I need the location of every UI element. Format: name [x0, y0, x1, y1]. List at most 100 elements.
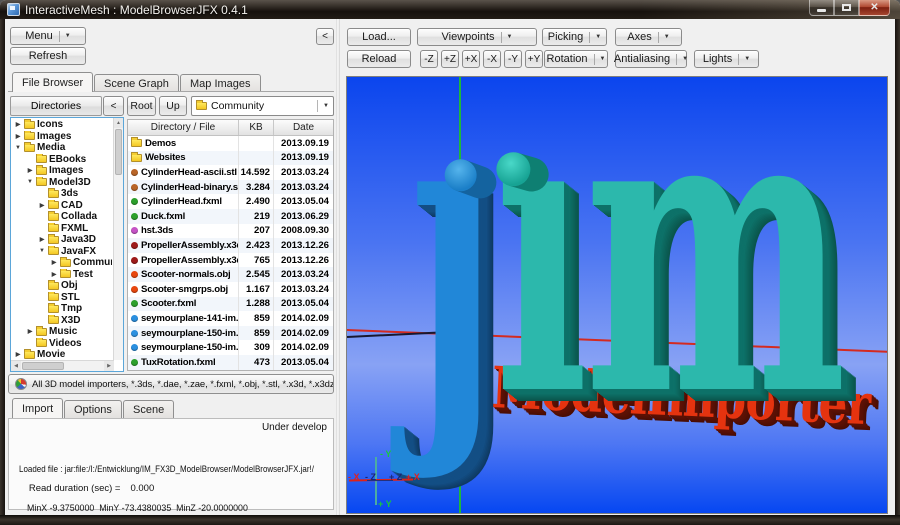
collapse-left-panel-button[interactable]: <	[316, 28, 334, 45]
main-tab[interactable]: Map Images	[180, 74, 261, 92]
tree-expand-icon[interactable]: ▶	[38, 202, 46, 209]
tree-expand-icon[interactable]: ▼	[38, 248, 46, 254]
tree-expand-icon[interactable]: ▶	[26, 167, 34, 174]
antialiasing-dropdown[interactable]: Antialiasing▼	[615, 50, 687, 68]
refresh-button[interactable]: Refresh	[10, 47, 86, 65]
tree-expand-icon[interactable]: ▶	[38, 236, 46, 243]
tree-item[interactable]: ▶ Java3D	[11, 234, 112, 246]
table-row[interactable]: Duck.fxml 219 2013.06.29	[128, 209, 333, 224]
tree-vertical-scrollbar[interactable]: ▲	[113, 118, 123, 360]
titlebar[interactable]: InteractiveMesh : ModelBrowserJFX 0.4.1 …	[0, 0, 900, 19]
tree-item[interactable]: ▼ JavaFX	[11, 246, 112, 258]
tree-item[interactable]: ▶ Music	[11, 326, 112, 338]
tree-expand-icon[interactable]: ▼	[26, 179, 34, 185]
table-row[interactable]: hst.3ds 207 2008.09.30	[128, 224, 333, 239]
scroll-up-icon[interactable]: ▲	[114, 118, 123, 128]
main-tab[interactable]: Scene Graph	[94, 74, 179, 92]
model-3d-text-jim: ȷım	[409, 77, 842, 449]
tree-item[interactable]: ▶ Test	[11, 269, 112, 281]
scroll-thumb[interactable]	[115, 129, 122, 175]
column-header-date[interactable]: Date	[274, 120, 333, 135]
viewpoints-dropdown[interactable]: Viewpoints▼	[417, 28, 537, 46]
importer-filter-combobox[interactable]: All 3D model importers, *.3ds, *.dae, *.…	[8, 374, 334, 394]
column-header-name[interactable]: Directory / File	[128, 120, 239, 135]
table-row[interactable]: seymourplane-141-im.dae 859 2014.02.09	[128, 311, 333, 326]
tree-item[interactable]: Tmp	[11, 303, 112, 315]
tree-item[interactable]: STL	[11, 292, 112, 304]
tree-item[interactable]: ▶ Movie	[11, 349, 112, 361]
tree-expand-icon[interactable]: ▶	[26, 328, 34, 335]
scroll-left-icon[interactable]: ◀	[11, 361, 21, 371]
main-tab[interactable]: File Browser	[12, 72, 93, 92]
file-type-icon	[131, 227, 138, 234]
scroll-right-icon[interactable]: ▶	[104, 361, 114, 371]
lights-dropdown[interactable]: Lights▼	[694, 50, 759, 68]
table-row[interactable]: Scooter.fxml 1.288 2013.05.04	[128, 297, 333, 312]
minimize-button[interactable]	[809, 0, 834, 16]
tree-item[interactable]: ▶ Icons	[11, 119, 112, 131]
bottom-tab[interactable]: Scene	[123, 400, 174, 418]
table-row[interactable]: Scooter-normals.obj 2.545 2013.03.24	[128, 267, 333, 282]
tree-rows: ▶ Icons ▶ Images ▼ Media EBooks ▶	[11, 119, 112, 361]
tree-item[interactable]: ▶ Community	[11, 257, 112, 269]
picking-dropdown[interactable]: Picking▼	[542, 28, 607, 46]
tree-item[interactable]: Collada	[11, 211, 112, 223]
tree-item[interactable]: FXML	[11, 223, 112, 235]
axis-view-button[interactable]: +Y	[525, 50, 543, 68]
column-header-kb[interactable]: KB	[239, 120, 274, 135]
scroll-thumb[interactable]	[22, 362, 64, 370]
axes-dropdown[interactable]: Axes▼	[615, 28, 682, 46]
bottom-tab[interactable]: Import	[12, 398, 63, 418]
tree-horizontal-scrollbar[interactable]: ◀ ▶	[11, 360, 114, 371]
collapse-directories-button[interactable]: <	[103, 96, 124, 116]
tree-expand-icon[interactable]: ▶	[14, 133, 22, 140]
chevron-down-icon: ▼	[59, 31, 71, 42]
tree-expand-icon[interactable]: ▶	[14, 351, 22, 358]
table-row[interactable]: CylinderHead-binary.stl 3.284 2013.03.24	[128, 180, 333, 195]
tree-expand-icon[interactable]: ▼	[14, 145, 22, 151]
rotation-dropdown[interactable]: Rotation▼	[544, 50, 608, 68]
tree-item[interactable]: X3D	[11, 315, 112, 327]
panel-splitter[interactable]	[336, 19, 340, 515]
table-row[interactable]: Demos 2013.09.19	[128, 136, 333, 151]
tree-item[interactable]: EBooks	[11, 154, 112, 166]
table-row[interactable]: Scooter-smgrps.obj 1.167 2013.03.24	[128, 282, 333, 297]
axis-view-button[interactable]: -X	[483, 50, 501, 68]
table-row[interactable]: seymourplane-150-im.dae 859 2014.02.09	[128, 326, 333, 341]
tree-item[interactable]: ▼ Media	[11, 142, 112, 154]
axis-view-button[interactable]: +X	[462, 50, 480, 68]
path-combobox[interactable]: Community ▼	[191, 96, 334, 116]
tree-item[interactable]: ▼ Model3D	[11, 177, 112, 189]
tree-item[interactable]: ▶ Images	[11, 131, 112, 143]
viewport-3d[interactable]: ModelImporter ȷım - Y + Y - X - Z + Z + …	[346, 76, 888, 514]
bottom-tab[interactable]: Options	[64, 400, 122, 418]
tree-item[interactable]: 3ds	[11, 188, 112, 200]
axis-view-button[interactable]: -Y	[504, 50, 522, 68]
close-button[interactable]: ✕	[859, 0, 890, 16]
tree-item[interactable]: Videos	[11, 338, 112, 350]
table-row[interactable]: TuxRotation.fxml 473 2013.05.04	[128, 355, 333, 370]
table-row[interactable]: PropellerAssembly.x3dz 765 2013.12.26	[128, 253, 333, 268]
reload-button[interactable]: Reload	[347, 50, 411, 68]
table-row[interactable]: Websites 2013.09.19	[128, 151, 333, 166]
root-button[interactable]: Root	[127, 96, 156, 116]
load-button[interactable]: Load...	[347, 28, 411, 46]
tree-item[interactable]: ▶ CAD	[11, 200, 112, 212]
folder-icon	[60, 259, 71, 267]
folder-icon	[24, 132, 35, 140]
maximize-button[interactable]	[834, 0, 859, 16]
tree-item[interactable]: ▶ Images	[11, 165, 112, 177]
tree-item[interactable]: Obj	[11, 280, 112, 292]
table-row[interactable]: CylinderHead.fxml 2.490 2013.05.04	[128, 194, 333, 209]
axis-view-button[interactable]: +Z	[441, 50, 459, 68]
tree-expand-icon[interactable]: ▶	[14, 121, 22, 128]
table-row[interactable]: PropellerAssembly.x3d 2.423 2013.12.26	[128, 238, 333, 253]
table-row[interactable]: CylinderHead-ascii.stl 14.592 2013.03.24	[128, 165, 333, 180]
tree-expand-icon[interactable]: ▶	[50, 271, 58, 278]
tree-expand-icon[interactable]: ▶	[50, 259, 58, 266]
neg-x-label: - X	[348, 472, 360, 482]
table-row[interactable]: seymourplane-150-im.zae 309 2014.02.09	[128, 340, 333, 355]
menu-button[interactable]: Menu▼	[10, 27, 86, 45]
up-button[interactable]: Up	[159, 96, 187, 116]
axis-view-button[interactable]: -Z	[420, 50, 438, 68]
